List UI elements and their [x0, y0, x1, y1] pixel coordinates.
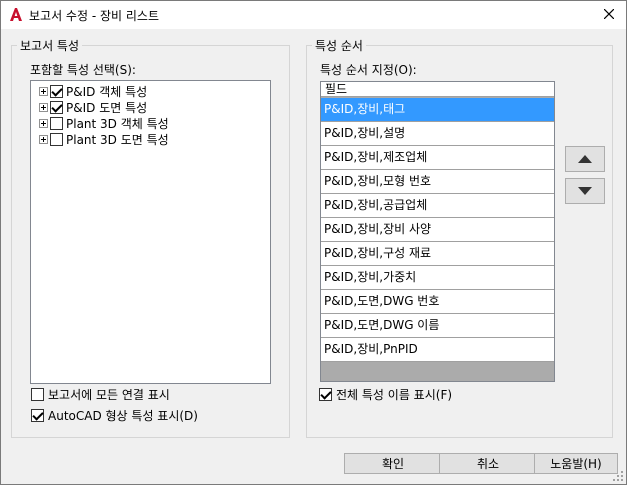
tree-item-label: P&ID 객체 특성 — [66, 84, 148, 99]
show-full-names-option[interactable]: 전체 특성 이름 표시(F) — [319, 386, 452, 403]
show-all-links-option[interactable]: 보고서에 모든 연결 표시 — [31, 386, 170, 403]
plant3d-drawing-checkbox[interactable] — [50, 132, 63, 146]
resize-grip-icon[interactable] — [612, 470, 624, 482]
pid-drawing-checkbox[interactable] — [50, 100, 63, 114]
property-tree[interactable]: P&ID 객체 특성 P&ID 도면 특성 Plant 3D 객체 특성 Pla… — [30, 80, 271, 384]
show-autocad-checkbox[interactable] — [31, 409, 44, 422]
field-order-grid[interactable]: 필드 P&ID,장비,태그 P&ID,장비,설명 P&ID,장비,제조업체 P&ID,… — [320, 81, 555, 382]
grid-row[interactable]: P&ID,장비,가중치 — [321, 266, 554, 290]
expand-icon[interactable] — [39, 134, 48, 144]
title-bar: 보고서 수정 - 장비 리스트 — [1, 1, 626, 29]
include-properties-label: 포함할 특성 선택(S): — [30, 63, 136, 77]
tree-item-pid-drawing[interactable]: P&ID 도면 특성 — [39, 99, 147, 115]
show-autocad-label: AutoCAD 형상 특성 표시(D) — [48, 409, 198, 423]
window-title: 보고서 수정 - 장비 리스트 — [29, 9, 159, 23]
report-properties-legend: 보고서 특성 — [17, 37, 83, 54]
show-autocad-option[interactable]: AutoCAD 형상 특성 표시(D) — [31, 407, 198, 424]
specify-order-label: 특성 순서 지정(O): — [320, 63, 417, 77]
show-full-names-checkbox[interactable] — [319, 388, 332, 401]
plant3d-object-checkbox[interactable] — [50, 116, 63, 130]
grid-rows: P&ID,장비,태그 P&ID,장비,설명 P&ID,장비,제조업체 P&ID,장비,… — [321, 98, 554, 362]
arrow-up-icon — [578, 155, 592, 163]
ok-button[interactable]: 확인 — [344, 453, 442, 474]
show-all-links-checkbox[interactable] — [31, 388, 44, 401]
expand-icon[interactable] — [39, 102, 48, 112]
report-edit-dialog: 보고서 수정 - 장비 리스트 보고서 특성 포함할 특성 선택(S): P&I… — [0, 0, 627, 485]
tree-item-label: P&ID 도면 특성 — [66, 100, 148, 115]
expand-icon[interactable] — [39, 86, 48, 96]
grid-row[interactable]: P&ID,장비,태그 — [321, 98, 554, 122]
grid-row[interactable]: P&ID,도면,DWG 번호 — [321, 290, 554, 314]
help-button[interactable]: 노움발(H) — [534, 453, 618, 474]
property-order-legend: 특성 순서 — [312, 37, 366, 54]
arrow-down-icon — [578, 187, 592, 195]
grid-row[interactable]: P&ID,장비,제조업체 — [321, 146, 554, 170]
grid-row[interactable]: P&ID,장비,PnPID — [321, 338, 554, 362]
pid-object-checkbox[interactable] — [50, 84, 63, 98]
grid-column-header[interactable]: 필드 — [321, 82, 554, 97]
move-up-button[interactable] — [565, 146, 605, 172]
grid-row[interactable]: P&ID,장비,구성 재료 — [321, 242, 554, 266]
grid-row[interactable]: P&ID,장비,공급업체 — [321, 194, 554, 218]
grid-row[interactable]: P&ID,장비,설명 — [321, 122, 554, 146]
grid-row[interactable]: P&ID,장비,장비 사양 — [321, 218, 554, 242]
grid-row[interactable]: P&ID,도면,DWG 이름 — [321, 314, 554, 338]
tree-item-label: Plant 3D 객체 특성 — [66, 116, 169, 131]
tree-item-label: Plant 3D 도면 특성 — [66, 132, 169, 147]
tree-item-plant3d-drawing[interactable]: Plant 3D 도면 특성 — [39, 131, 169, 147]
show-all-links-label: 보고서에 모든 연결 표시 — [48, 388, 170, 402]
close-icon — [604, 9, 614, 19]
autocad-logo-icon — [10, 8, 22, 21]
show-full-names-label: 전체 특성 이름 표시(F) — [336, 388, 453, 402]
close-button[interactable] — [592, 1, 626, 27]
grid-row[interactable]: P&ID,장비,모형 번호 — [321, 170, 554, 194]
cancel-button[interactable]: 취소 — [439, 453, 537, 474]
move-down-button[interactable] — [565, 178, 605, 204]
tree-item-pid-object[interactable]: P&ID 객체 특성 — [39, 83, 147, 99]
expand-icon[interactable] — [39, 118, 48, 128]
tree-item-plant3d-object[interactable]: Plant 3D 객체 특성 — [39, 115, 169, 131]
